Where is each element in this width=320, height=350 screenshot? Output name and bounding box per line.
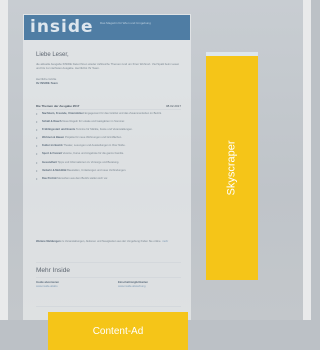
content-ad[interactable]: Content-Ad	[48, 312, 188, 350]
news-text: Termine für Märkte, Feste und Veranstalt…	[76, 128, 133, 132]
news-text: Menschen aus dem Bezirk stellen sich vor…	[57, 176, 109, 180]
inside-logo[interactable]: inside	[30, 15, 94, 40]
news-text: Theater, Lesungen und Ausstellungen in I…	[63, 144, 126, 148]
list-header: Die Themen der Ausgabe 2017 08.02.2017	[36, 104, 181, 108]
news-text: Vereine, Kurse und Angebote für die ganz…	[62, 152, 125, 156]
divider	[36, 262, 181, 263]
more-column-title: Einschaltmöglichkeiten	[118, 281, 149, 284]
skyscraper-ad-label-wrap: Skyscraper	[206, 56, 258, 280]
list-header-title: Die Themen der Ausgabe 2017	[36, 104, 80, 108]
divider	[36, 109, 181, 110]
list-item[interactable]: Kultur im Bezirk Theater, Lesungen und A…	[36, 144, 181, 148]
news-title[interactable]: Das Porträt	[42, 177, 57, 180]
more-column-link[interactable]: www.inside.at/abo	[36, 285, 58, 288]
news-title[interactable]: Gesundheit	[42, 161, 57, 164]
more-inside-title: Mehr Inside	[36, 267, 70, 274]
list-item[interactable]: Frühlingsstart und Events Termine für Mä…	[36, 128, 181, 132]
news-list: Nachbarn, Freunde, Unterstützer Engageme…	[36, 112, 181, 185]
news-text: Projekte für neue Wohnungen und Grünfläc…	[64, 136, 122, 140]
divider	[36, 306, 181, 307]
news-text: Tipps und Informationen zu Vorsorge und …	[57, 160, 120, 164]
more-column-title: Inside abonnieren	[36, 281, 59, 284]
intro-text: die aktuelle Ausgabe INSIDE bietet Ihnen…	[36, 62, 180, 70]
list-item[interactable]: Wohnen & Bauen Projekte für neue Wohnung…	[36, 136, 181, 140]
list-header-date: 08.02.2017	[165, 104, 181, 108]
extra-title: Weitere Meldungen	[36, 240, 61, 243]
more-column-subscribe: Inside abonnieren www.inside.at/abo	[36, 281, 96, 288]
news-title[interactable]: Wohnen & Bauen	[42, 136, 64, 139]
news-title[interactable]: Nachbarn, Freunde, Unterstützer	[42, 112, 84, 115]
list-item[interactable]: Das Porträt Menschen aus dem Bezirk stel…	[36, 177, 181, 181]
list-item[interactable]: Sport & Freizeit Vereine, Kurse und Ange…	[36, 152, 181, 156]
content-ad-label: Content-Ad	[92, 325, 144, 337]
news-title[interactable]: Frühlingsstart und Events	[42, 128, 75, 131]
divider	[36, 277, 181, 278]
list-item[interactable]: Nachbarn, Freunde, Unterstützer Engageme…	[36, 112, 181, 116]
extra-more-link[interactable]: mehr	[162, 240, 168, 243]
news-title[interactable]: Verkehr & Mobilität	[42, 169, 66, 172]
list-item[interactable]: Verkehr & Mobilität Baustellen, Umleitun…	[36, 169, 181, 173]
signature-block: Herzliche Grüße Ihr INSIDE-Team	[36, 77, 58, 85]
news-title[interactable]: Kultur im Bezirk	[42, 144, 63, 147]
news-text: Engagement für das Grätzel und das Zusam…	[84, 112, 162, 115]
news-title[interactable]: Schall & Rauch	[42, 120, 62, 123]
list-item[interactable]: Schall & Rauch Neue Regeln für Lokale un…	[36, 120, 181, 124]
skyscraper-ad-label: Skyscraper	[226, 140, 238, 196]
extra-news: Weitere Meldungen zu Veranstaltungen, Ak…	[36, 240, 181, 244]
more-column-advertising: Einschaltmöglichkeiten www.inside.at/wer…	[118, 281, 178, 288]
signature: Ihr INSIDE-Team	[36, 81, 58, 85]
left-margin	[0, 0, 8, 320]
more-column-link[interactable]: www.inside.at/werbung	[118, 285, 146, 288]
right-margin	[303, 0, 311, 320]
news-text: Neue Regeln für Lokale und Gastgärten im…	[62, 120, 125, 124]
extra-text: zu Veranstaltungen, Aktionen und Neuigke…	[61, 240, 162, 243]
news-title[interactable]: Sport & Freizeit	[42, 152, 62, 155]
greeting: Liebe Leser,	[36, 52, 69, 58]
list-item[interactable]: Gesundheit Tipps und Informationen zu Vo…	[36, 161, 181, 165]
news-text: Baustellen, Umleitungen und neue Verbind…	[67, 168, 127, 172]
header-tagline: Das Magazin für Wien und Umgebung	[100, 21, 151, 25]
